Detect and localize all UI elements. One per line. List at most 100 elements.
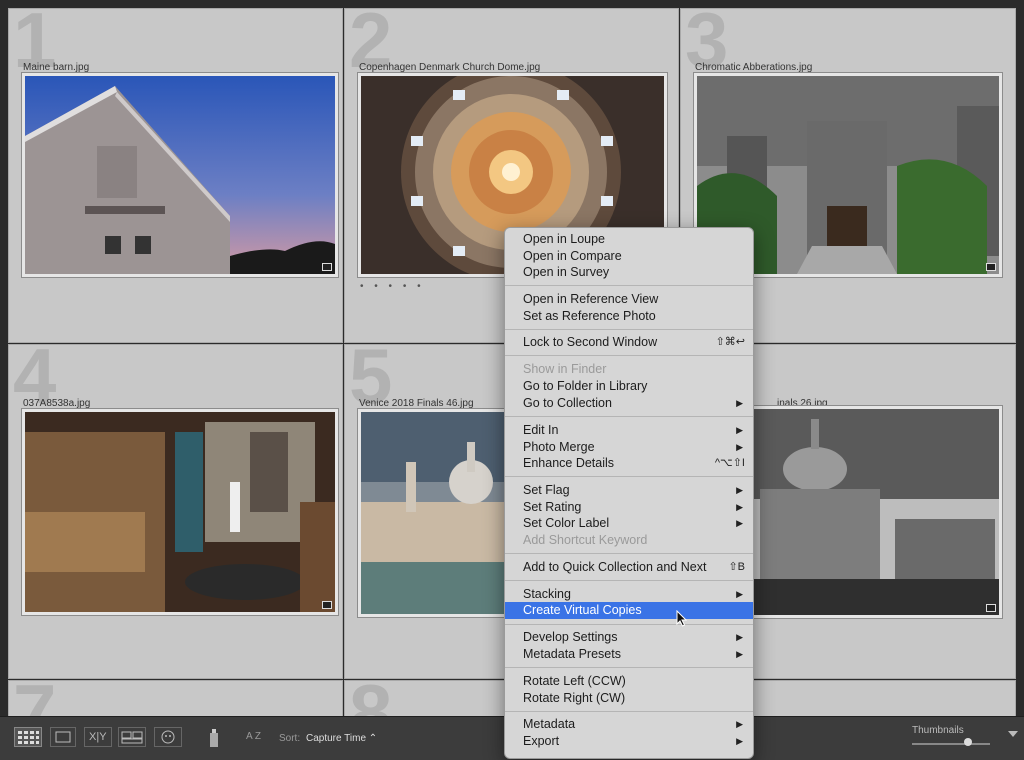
menu-item-set-rating[interactable]: Set Rating ▶ [505, 499, 753, 516]
submenu-arrow-icon: ▶ [736, 632, 743, 642]
basilica-photo [745, 409, 999, 615]
menu-item-open-in-reference-view[interactable]: Open in Reference View [505, 291, 753, 308]
menu-item-open-in-survey[interactable]: Open in Survey [505, 264, 753, 281]
menu-item-label: Metadata Presets [523, 647, 621, 661]
menu-item-shortcut: ^⌥⇧I [714, 457, 745, 469]
menu-item-enhance-details[interactable]: Enhance Details ^⌥⇧I [505, 455, 753, 472]
painter-button[interactable] [206, 727, 222, 747]
menu-item-edit-in[interactable]: Edit In ▶ [505, 422, 753, 439]
submenu-arrow-icon: ▶ [736, 425, 743, 435]
menu-item-photo-merge[interactable]: Photo Merge ▶ [505, 439, 753, 456]
barn-photo [25, 76, 335, 274]
loupe-view-icon [55, 731, 71, 743]
menu-item-set-flag[interactable]: Set Flag ▶ [505, 482, 753, 499]
menu-separator [505, 624, 753, 625]
menu-item-metadata[interactable]: Metadata ▶ [505, 716, 753, 733]
menu-separator [505, 476, 753, 477]
people-view-button[interactable] [154, 727, 182, 747]
sort-select[interactable]: Capture Time ⌃ [306, 733, 377, 744]
spray-can-icon [210, 729, 218, 747]
menu-item-label: Rotate Right (CW) [523, 691, 626, 705]
menu-separator [505, 355, 753, 356]
virtual-copy-icon [986, 604, 996, 612]
menu-item-metadata-presets[interactable]: Metadata Presets ▶ [505, 646, 753, 663]
virtual-copy-icon [322, 601, 332, 609]
menu-separator [505, 711, 753, 712]
menu-item-go-to-collection[interactable]: Go to Collection ▶ [505, 395, 753, 412]
loupe-view-button[interactable] [50, 727, 76, 747]
menu-item-label: Show in Finder [523, 362, 607, 376]
virtual-copy-icon [986, 263, 996, 271]
photo-thumbnail[interactable] [357, 408, 517, 618]
menu-separator [505, 553, 753, 554]
submenu-arrow-icon: ▶ [736, 649, 743, 659]
survey-view-icon [121, 731, 143, 744]
compare-view-label: X|Y [89, 731, 107, 743]
menu-item-add-to-quick-collection[interactable]: Add to Quick Collection and Next ⇧B [505, 559, 753, 576]
submenu-arrow-icon: ▶ [736, 736, 743, 746]
thumbnails-label: Thumbnails [912, 725, 964, 736]
menu-separator [505, 285, 753, 286]
thumbnail-size-slider[interactable] [912, 743, 990, 745]
menu-separator [505, 667, 753, 668]
toolbar-menu-chevron-icon[interactable] [1008, 731, 1018, 737]
menu-item-label: Create Virtual Copies [523, 603, 642, 617]
menu-item-shortcut: ⇧B [728, 561, 745, 573]
menu-separator [505, 580, 753, 581]
photo-thumbnail[interactable] [21, 408, 339, 616]
menu-item-label: Open in Compare [523, 249, 622, 263]
menu-item-label: Open in Reference View [523, 292, 659, 306]
menu-item-export[interactable]: Export ▶ [505, 733, 753, 750]
submenu-arrow-icon: ▶ [736, 502, 743, 512]
menu-item-label: Go to Folder in Library [523, 379, 648, 393]
venice-photo [361, 412, 513, 614]
menu-item-label: Develop Settings [523, 630, 618, 644]
survey-view-button[interactable] [118, 727, 146, 747]
menu-separator [505, 416, 753, 417]
menu-item-lock-to-second-window[interactable]: Lock to Second Window ⇧⌘↩ [505, 334, 753, 351]
menu-item-develop-settings[interactable]: Develop Settings ▶ [505, 629, 753, 646]
menu-item-set-as-reference-photo[interactable]: Set as Reference Photo [505, 308, 753, 325]
menu-item-go-to-folder-in-library[interactable]: Go to Folder in Library [505, 378, 753, 395]
menu-item-open-in-compare[interactable]: Open in Compare [505, 248, 753, 265]
menu-item-rotate-left[interactable]: Rotate Left (CCW) [505, 673, 753, 690]
menu-item-label: Set Color Label [523, 516, 610, 530]
grid-cell-4[interactable]: 4 037A8538a.jpg [8, 344, 343, 679]
menu-separator [505, 329, 753, 330]
submenu-arrow-icon: ▶ [736, 719, 743, 729]
menu-item-set-color-label[interactable]: Set Color Label ▶ [505, 515, 753, 532]
mouse-pointer-icon [676, 610, 688, 627]
submenu-arrow-icon: ▶ [736, 589, 743, 599]
menu-item-stacking[interactable]: Stacking ▶ [505, 586, 753, 603]
photo-thumbnail[interactable] [21, 72, 339, 278]
menu-item-label: Photo Merge [523, 440, 595, 454]
menu-item-create-virtual-copies[interactable]: Create Virtual Copies [505, 602, 753, 619]
menu-item-label: Set Rating [523, 500, 582, 514]
menu-item-shortcut: ⇧⌘↩ [715, 336, 745, 348]
menu-item-label: Rotate Left (CCW) [523, 674, 626, 688]
menu-item-add-shortcut-keyword: Add Shortcut Keyword [505, 532, 753, 549]
sort-direction-button[interactable]: A Z [244, 727, 270, 747]
grid-cell-1[interactable]: 1 Maine barn.jpg [8, 8, 343, 343]
sort-label: Sort: [279, 733, 301, 744]
menu-item-open-in-loupe[interactable]: Open in Loupe [505, 231, 753, 248]
menu-item-label: Add to Quick Collection and Next [523, 560, 707, 574]
grid-view-button[interactable] [14, 727, 42, 747]
submenu-arrow-icon: ▶ [736, 398, 743, 408]
menu-item-show-in-finder: Show in Finder [505, 361, 753, 378]
photo-thumbnail[interactable] [741, 405, 1003, 619]
menu-item-label: Lock to Second Window [523, 335, 658, 349]
bookstore-photo [25, 412, 335, 612]
face-icon [161, 730, 175, 744]
menu-item-label: Open in Loupe [523, 232, 606, 246]
menu-item-rotate-right[interactable]: Rotate Right (CW) [505, 690, 753, 707]
compare-view-button[interactable]: X|Y [84, 727, 112, 747]
sort-direction-icon: A Z [246, 731, 262, 742]
menu-item-label: Go to Collection [523, 396, 612, 410]
menu-item-label: Add Shortcut Keyword [523, 533, 648, 547]
menu-item-label: Set as Reference Photo [523, 309, 656, 323]
submenu-arrow-icon: ▶ [736, 518, 743, 528]
menu-item-label: Stacking [523, 587, 571, 601]
context-menu: Open in Loupe Open in Compare Open in Su… [504, 227, 754, 759]
submenu-arrow-icon: ▶ [736, 485, 743, 495]
